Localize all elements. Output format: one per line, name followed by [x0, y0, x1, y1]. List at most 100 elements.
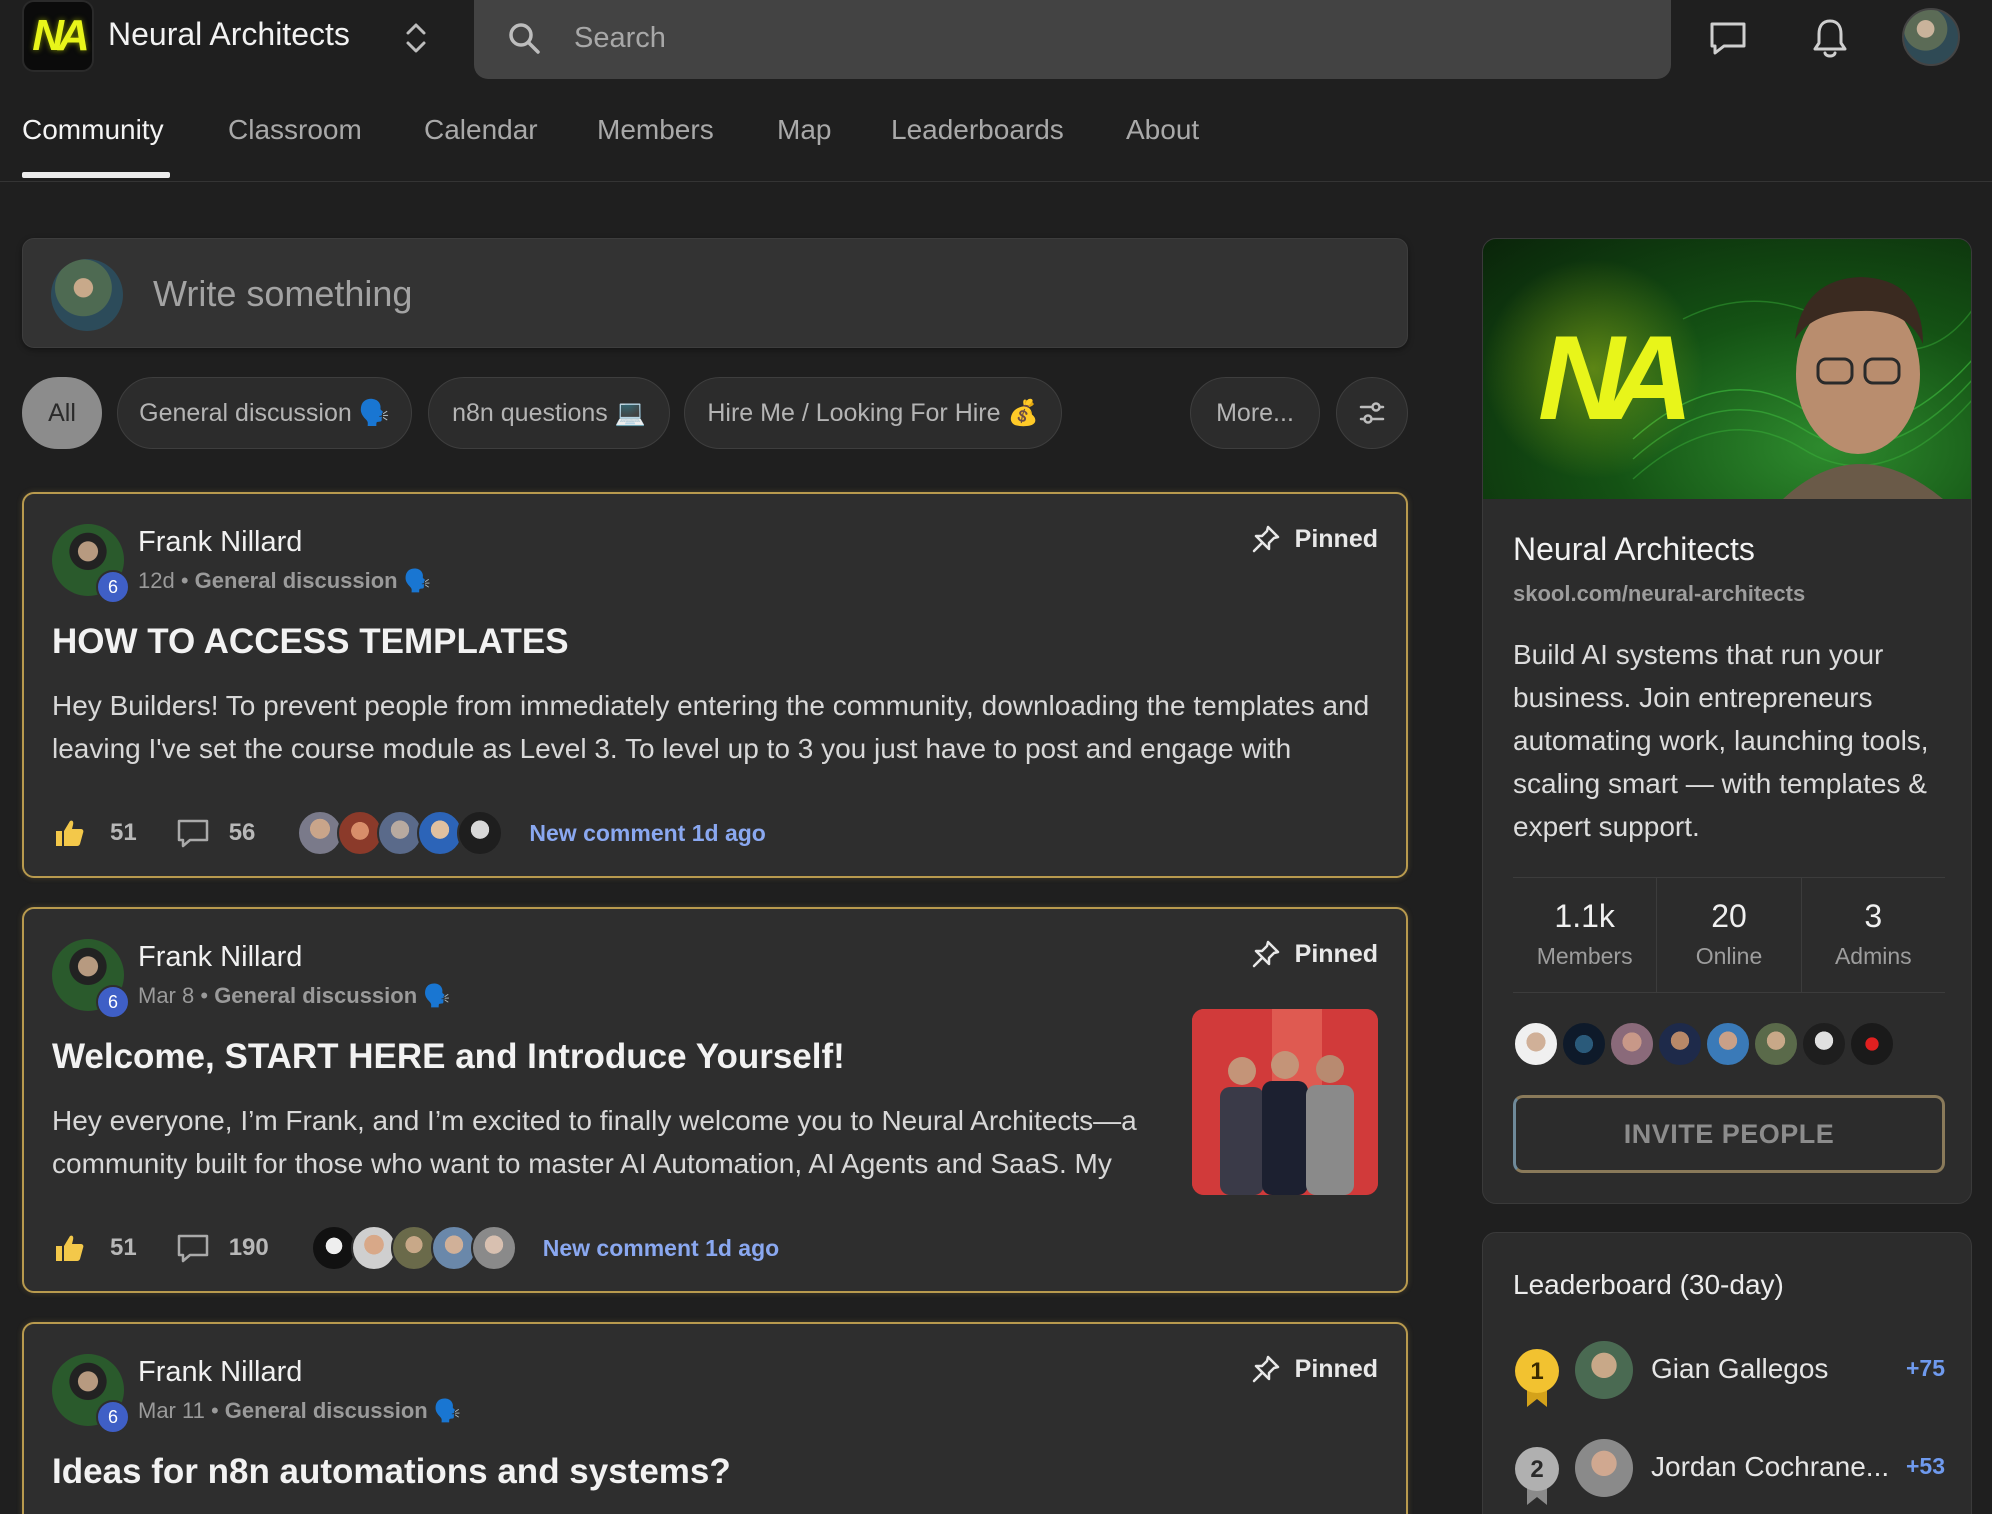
post-meta: Mar 11 • General discussion 🗣️	[138, 1398, 462, 1423]
tab-community[interactable]: Community	[22, 114, 164, 146]
stat-label: Admins	[1834, 943, 1912, 969]
commenter-avatar	[310, 1225, 357, 1271]
level-badge: 6	[96, 1400, 130, 1434]
commenter-avatars	[297, 810, 504, 856]
rank-medal-icon: 1	[1515, 1349, 1559, 1407]
filter-chip-general-discussion[interactable]: General discussion 🗣️	[117, 377, 412, 449]
comment-icon[interactable]	[175, 1231, 211, 1265]
group-about-card: NA Neural Architects skool.com/neural-ar…	[1482, 238, 1972, 1204]
tab-leaderboards[interactable]: Leaderboards	[891, 114, 1064, 146]
post-footer: 51 190 New comment 1d ago	[52, 1223, 779, 1273]
post-category[interactable]: General discussion 🗣️	[225, 1398, 461, 1423]
leaderboard-row[interactable]: 1 Gian Gallegos +75	[1513, 1341, 1945, 1407]
comment-count: 56	[228, 819, 256, 846]
post-title[interactable]: Ideas for n8n automations and systems?	[52, 1452, 731, 1492]
post-title[interactable]: HOW TO ACCESS TEMPLATES	[52, 622, 569, 662]
like-icon[interactable]	[52, 1231, 86, 1265]
bell-icon[interactable]	[1808, 16, 1852, 60]
post-card[interactable]: 6 Frank Nillard Mar 8 • General discussi…	[22, 907, 1408, 1293]
search-bar[interactable]	[474, 0, 1671, 79]
filter-chip-more[interactable]: More...	[1190, 377, 1320, 449]
post-thumbnail-image[interactable]	[1192, 1009, 1378, 1195]
member-avatar[interactable]	[1657, 1021, 1703, 1067]
user-avatar[interactable]	[1902, 8, 1960, 66]
author-name[interactable]: Frank Nillard	[138, 941, 302, 974]
group-name[interactable]: Neural Architects	[108, 16, 350, 53]
pin-icon	[1252, 1355, 1279, 1383]
top-bar: NA Neural Architects	[0, 0, 1992, 90]
post-body[interactable]: Hey Builders! To prevent people from imm…	[52, 684, 1382, 770]
group-logo[interactable]: NA	[22, 0, 94, 72]
new-comment-link[interactable]: New comment 1d ago	[529, 820, 765, 847]
banner-graphic: NA	[1483, 259, 1971, 499]
member-avatar[interactable]	[1705, 1021, 1751, 1067]
post-footer: 51 56 New comment 1d ago	[52, 808, 766, 858]
tab-about[interactable]: About	[1126, 114, 1199, 146]
filter-chip-all[interactable]: All	[22, 377, 102, 449]
member-avatar[interactable]	[1561, 1021, 1607, 1067]
author-name[interactable]: Frank Nillard	[138, 526, 302, 559]
pin-icon	[1252, 940, 1279, 968]
like-count: 51	[110, 1234, 137, 1261]
pinned-label: Pinned	[1294, 1354, 1378, 1383]
post-title[interactable]: Welcome, START HERE and Introduce Yourse…	[52, 1037, 845, 1077]
like-count: 51	[110, 819, 137, 846]
rank-medal-icon: 2	[1515, 1447, 1559, 1505]
tab-map[interactable]: Map	[777, 114, 831, 146]
commenter-avatar	[430, 1225, 477, 1271]
commenter-avatar	[390, 1225, 437, 1271]
member-avatar[interactable]	[1513, 1021, 1559, 1067]
member-avatar[interactable]	[1753, 1021, 1799, 1067]
stat-value: 1.1k	[1554, 898, 1615, 934]
chat-icon[interactable]	[1706, 16, 1750, 60]
post-composer[interactable]: Write something	[22, 238, 1408, 348]
filter-chip-n8n-questions[interactable]: n8n questions 💻	[428, 377, 670, 449]
group-url[interactable]: skool.com/neural-architects	[1513, 581, 1805, 607]
post-time: 12d	[138, 568, 175, 593]
pinned-indicator: Pinned	[1251, 1354, 1378, 1384]
group-banner-image[interactable]: NA	[1483, 239, 1971, 499]
author-name[interactable]: Frank Nillard	[138, 1356, 302, 1389]
group-stats: 1.1k Members 20 Online 3 Admins	[1513, 877, 1945, 993]
member-avatar[interactable]	[1801, 1021, 1847, 1067]
leader-avatar[interactable]	[1575, 1341, 1633, 1399]
like-icon[interactable]	[52, 816, 86, 850]
pinned-label: Pinned	[1294, 939, 1378, 968]
stat-online[interactable]: 20 Online	[1657, 878, 1802, 992]
member-avatar[interactable]	[1849, 1021, 1895, 1067]
post-category[interactable]: General discussion 🗣️	[214, 983, 450, 1008]
stat-admins[interactable]: 3 Admins	[1802, 878, 1945, 992]
leaderboard-row[interactable]: 2 Jordan Cochrane... +53	[1513, 1439, 1945, 1505]
stat-label: Online	[1695, 943, 1763, 969]
leaderboard-heading[interactable]: Leaderboard (30-day)	[1513, 1269, 1784, 1301]
svg-text:NA: NA	[1538, 311, 1685, 445]
filter-settings-button[interactable]	[1336, 377, 1408, 449]
leader-name[interactable]: Jordan Cochrane...	[1651, 1451, 1889, 1483]
filter-chip-hire-me[interactable]: Hire Me / Looking For Hire 💰	[684, 377, 1062, 449]
new-comment-link[interactable]: New comment 1d ago	[543, 1235, 779, 1262]
search-input[interactable]	[574, 18, 1574, 58]
invite-people-button[interactable]: INVITE PEOPLE	[1513, 1095, 1945, 1173]
stat-value: 3	[1864, 898, 1883, 934]
pin-icon	[1252, 525, 1279, 553]
post-body[interactable]: Hey everyone, I’m Frank, and I’m excited…	[52, 1099, 1182, 1185]
leader-avatar[interactable]	[1575, 1439, 1633, 1497]
post-card[interactable]: 6 Frank Nillard 12d • General discussion…	[22, 492, 1408, 878]
post-meta: Mar 8 • General discussion 🗣️	[138, 983, 451, 1008]
stat-members[interactable]: 1.1k Members	[1513, 878, 1658, 992]
comment-icon[interactable]	[175, 816, 211, 850]
member-avatar[interactable]	[1609, 1021, 1655, 1067]
post-time: Mar 8	[138, 983, 195, 1008]
post-category[interactable]: General discussion 🗣️	[195, 568, 431, 593]
tab-calendar[interactable]: Calendar	[424, 114, 538, 146]
tab-members[interactable]: Members	[597, 114, 714, 146]
post-meta: 12d • General discussion 🗣️	[138, 568, 432, 593]
post-card[interactable]: 6 Frank Nillard Mar 11 • General discuss…	[22, 1322, 1408, 1514]
level-badge: 6	[96, 570, 130, 604]
comment-count: 190	[228, 1234, 269, 1261]
leader-name[interactable]: Gian Gallegos	[1651, 1353, 1828, 1385]
rank-number: 2	[1530, 1456, 1543, 1483]
tab-classroom[interactable]: Classroom	[228, 114, 362, 146]
composer-avatar	[51, 259, 123, 331]
group-switcher-icon[interactable]	[402, 20, 430, 56]
